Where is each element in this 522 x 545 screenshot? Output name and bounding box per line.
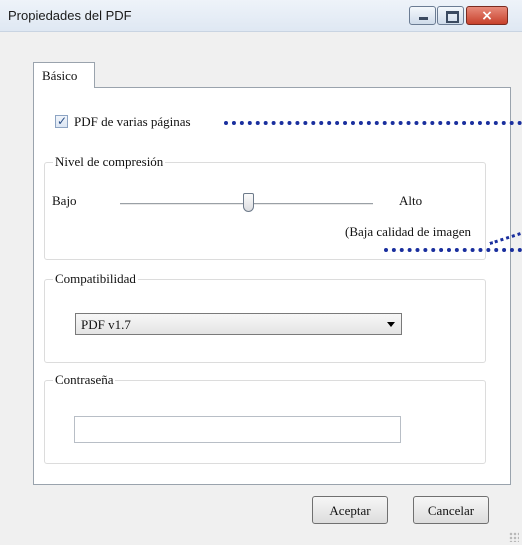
compatibility-group-label: Compatibilidad [53,271,138,287]
annotation-dotted-line [224,121,522,125]
compression-low-label: Bajo [52,193,77,208]
compatibility-select[interactable]: PDF v1.7 [75,313,402,335]
cancel-button[interactable]: Cancelar [413,496,489,524]
resize-grip-icon[interactable] [509,532,519,542]
pdf-properties-dialog: Propiedades del PDF × Básico ✓ PDF de va… [0,0,522,545]
accept-button[interactable]: Aceptar [312,496,388,524]
multipage-label: PDF de varias páginas [74,114,191,129]
checkmark-icon: ✓ [57,114,68,128]
minimize-icon [419,17,428,20]
multipage-checkbox[interactable]: ✓ [55,114,68,128]
compression-note: (Baja calidad de imagen [345,224,471,239]
chevron-down-icon[interactable] [387,322,395,327]
compression-group [44,162,486,260]
minimize-button[interactable] [409,6,436,25]
title-bar[interactable]: Propiedades del PDF × [0,0,522,32]
maximize-icon [446,11,459,23]
compression-slider-thumb[interactable] [243,193,254,212]
compression-high-label: Alto [399,193,423,208]
password-group-label: Contraseña [53,372,116,388]
close-button[interactable]: × [466,6,508,25]
close-icon: × [481,7,493,24]
password-field[interactable] [74,416,401,443]
compression-group-label: Nivel de compresión [53,154,166,170]
tab-label: Básico [42,68,78,83]
accept-button-label: Aceptar [329,503,371,518]
cancel-button-label: Cancelar [427,503,475,518]
maximize-button[interactable] [437,6,464,25]
compatibility-selected-value: PDF v1.7 [81,317,131,332]
window-title: Propiedades del PDF [8,8,132,23]
tab-basico[interactable]: Básico [33,62,95,88]
